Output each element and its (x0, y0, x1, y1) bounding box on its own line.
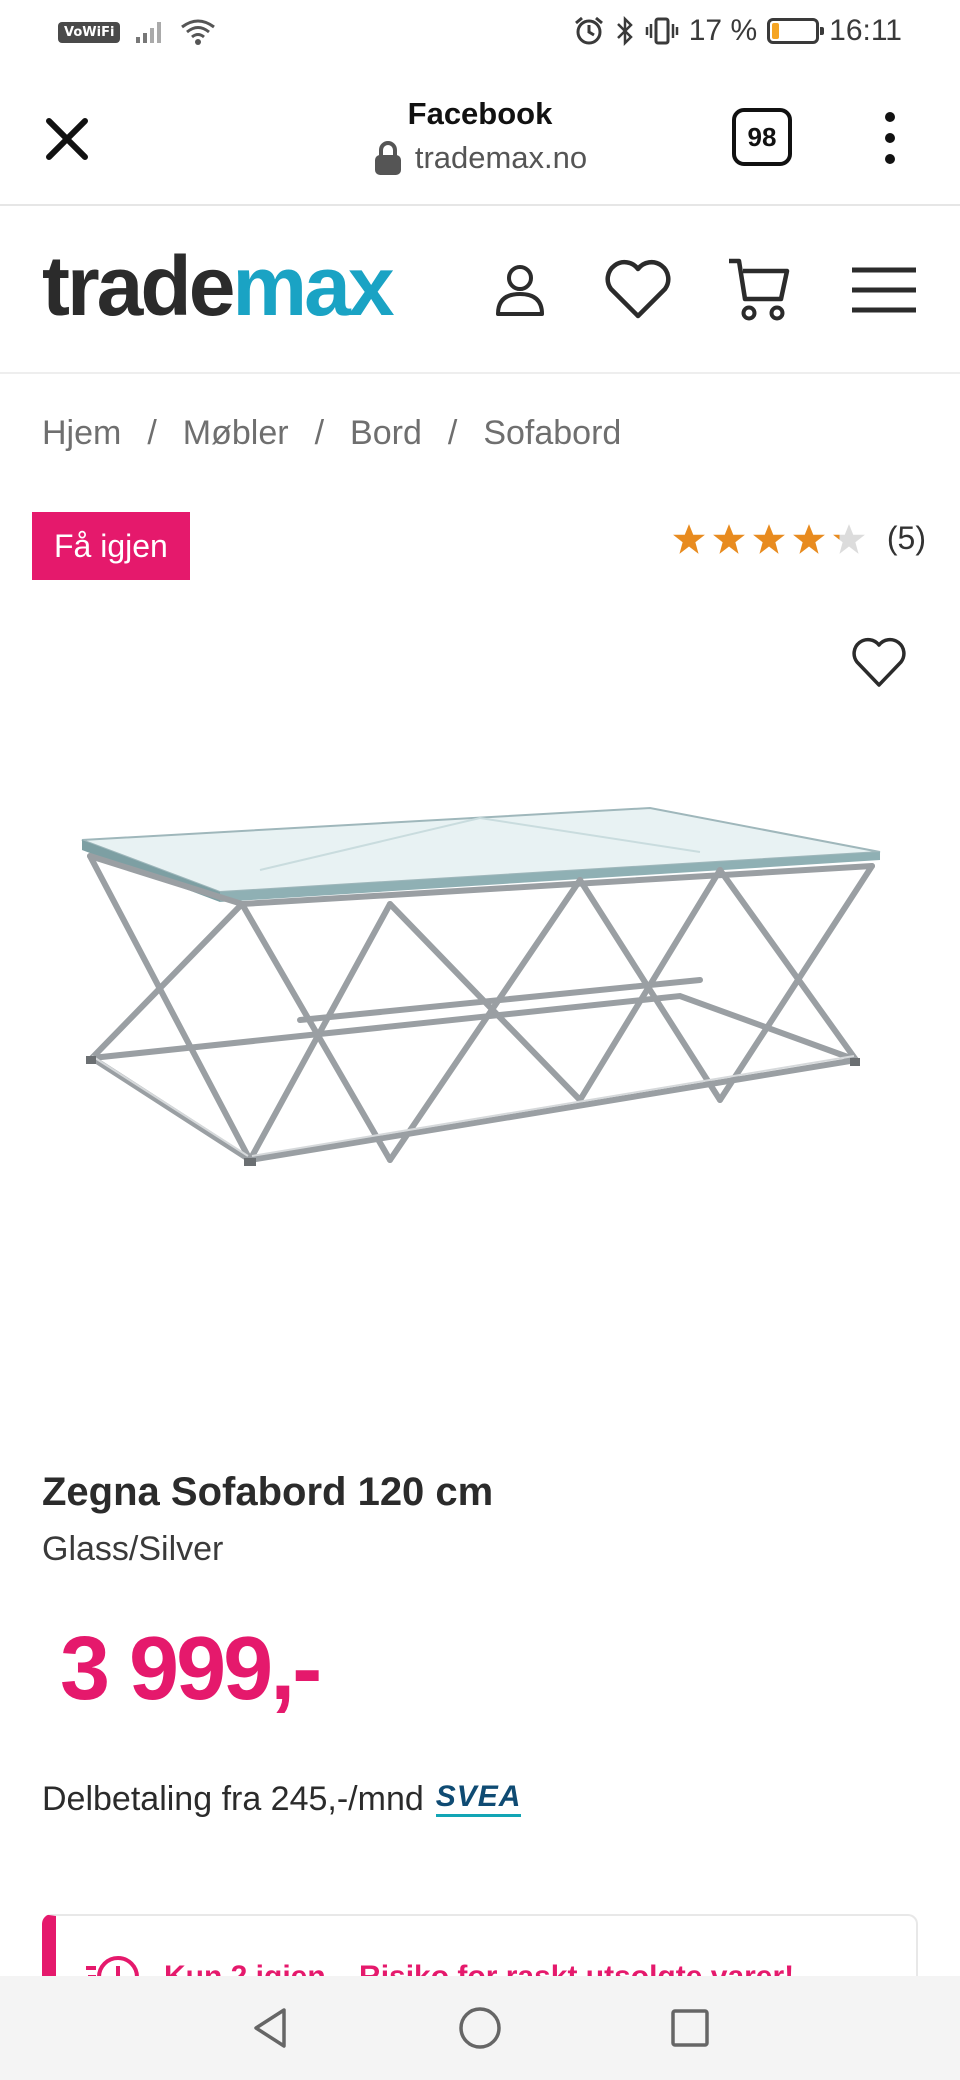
site-header: trademax (0, 206, 960, 374)
breadcrumb-separator: / (147, 414, 157, 452)
cart-icon (729, 258, 790, 321)
product-price: 3 999,- (60, 1619, 322, 1719)
fa-igjen-badge: Få igjen (32, 512, 190, 580)
browser-toolbar: Facebook trademax.no 98 (0, 68, 960, 206)
more-options-button[interactable] (872, 106, 908, 170)
heart-icon (605, 259, 671, 319)
badge-label: Få igjen (54, 527, 168, 564)
system-navigation-bar (0, 1976, 960, 2080)
status-bar: VoWiFi 17 % 16:11 (0, 0, 960, 68)
page-source-title: Facebook (407, 96, 553, 131)
dot-icon (885, 133, 895, 143)
logo-part-max: max (232, 239, 394, 333)
star-icon (712, 523, 745, 554)
battery-percent: 17 % (688, 14, 758, 47)
star-icon (832, 523, 865, 554)
user-icon (496, 265, 544, 316)
url-text: trademax.no (414, 140, 588, 175)
bluetooth-icon (616, 15, 633, 47)
trademax-logo[interactable]: trademax (42, 244, 395, 328)
star-icon (672, 523, 705, 554)
svea-logo[interactable]: SVEA (435, 1782, 522, 1817)
wifi-icon (181, 19, 216, 45)
rating-count: (5) (886, 520, 926, 556)
star-icon (792, 523, 825, 554)
recents-button[interactable] (660, 1998, 720, 2058)
lock-icon (374, 141, 401, 175)
breadcrumb-item-sofabord[interactable]: Sofabord (483, 414, 621, 453)
product-title: Zegna Sofabord 120 cm (42, 1470, 494, 1514)
installment-info: Delbetaling fra 245,-/mnd SVEA (42, 1780, 522, 1819)
hamburger-icon (852, 267, 916, 313)
breadcrumb-item-bord[interactable]: Bord (350, 414, 422, 453)
product-image[interactable] (60, 760, 900, 1220)
heart-icon (852, 637, 906, 687)
account-button[interactable] (480, 250, 560, 330)
coffee-table-illustration (81, 806, 881, 1166)
cart-button[interactable] (718, 250, 798, 330)
alarm-icon (574, 16, 603, 45)
home-button[interactable] (450, 1998, 510, 2058)
breadcrumb: Hjem / Møbler / Bord / Sofabord (42, 414, 621, 453)
add-to-wishlist-button[interactable] (846, 632, 912, 692)
close-button[interactable] (36, 108, 98, 170)
tabs-button[interactable]: 98 (732, 108, 792, 166)
breadcrumb-item-mobler[interactable]: Møbler (183, 414, 289, 453)
recents-icon (671, 2009, 709, 2047)
logo-part-trade: trade (42, 239, 235, 333)
signal-icon (136, 22, 162, 43)
back-icon (254, 2008, 286, 2048)
clock: 16:11 (829, 14, 902, 47)
vibrate-icon (645, 17, 678, 45)
product-rating[interactable]: (5) (671, 520, 926, 557)
installment-text: Delbetaling fra 245,-/mnd (42, 1780, 424, 1818)
dot-icon (885, 154, 895, 164)
tab-count: 98 (747, 121, 777, 152)
wishlist-button[interactable] (598, 250, 678, 330)
close-icon (46, 118, 88, 160)
vowifi-icon: VoWiFi (58, 21, 121, 43)
breadcrumb-separator: / (447, 414, 458, 452)
rating-stars (671, 522, 867, 556)
back-button[interactable] (240, 1998, 300, 2058)
home-icon (459, 2007, 501, 2049)
product-variant: Glass/Silver (42, 1530, 224, 1568)
breadcrumb-item-hjem[interactable]: Hjem (42, 414, 121, 453)
battery-icon (767, 18, 825, 44)
breadcrumb-separator: / (314, 414, 325, 452)
dot-icon (885, 112, 895, 122)
menu-button[interactable] (844, 250, 924, 330)
star-icon (752, 523, 785, 554)
address-area[interactable]: Facebook trademax.no (280, 96, 680, 176)
